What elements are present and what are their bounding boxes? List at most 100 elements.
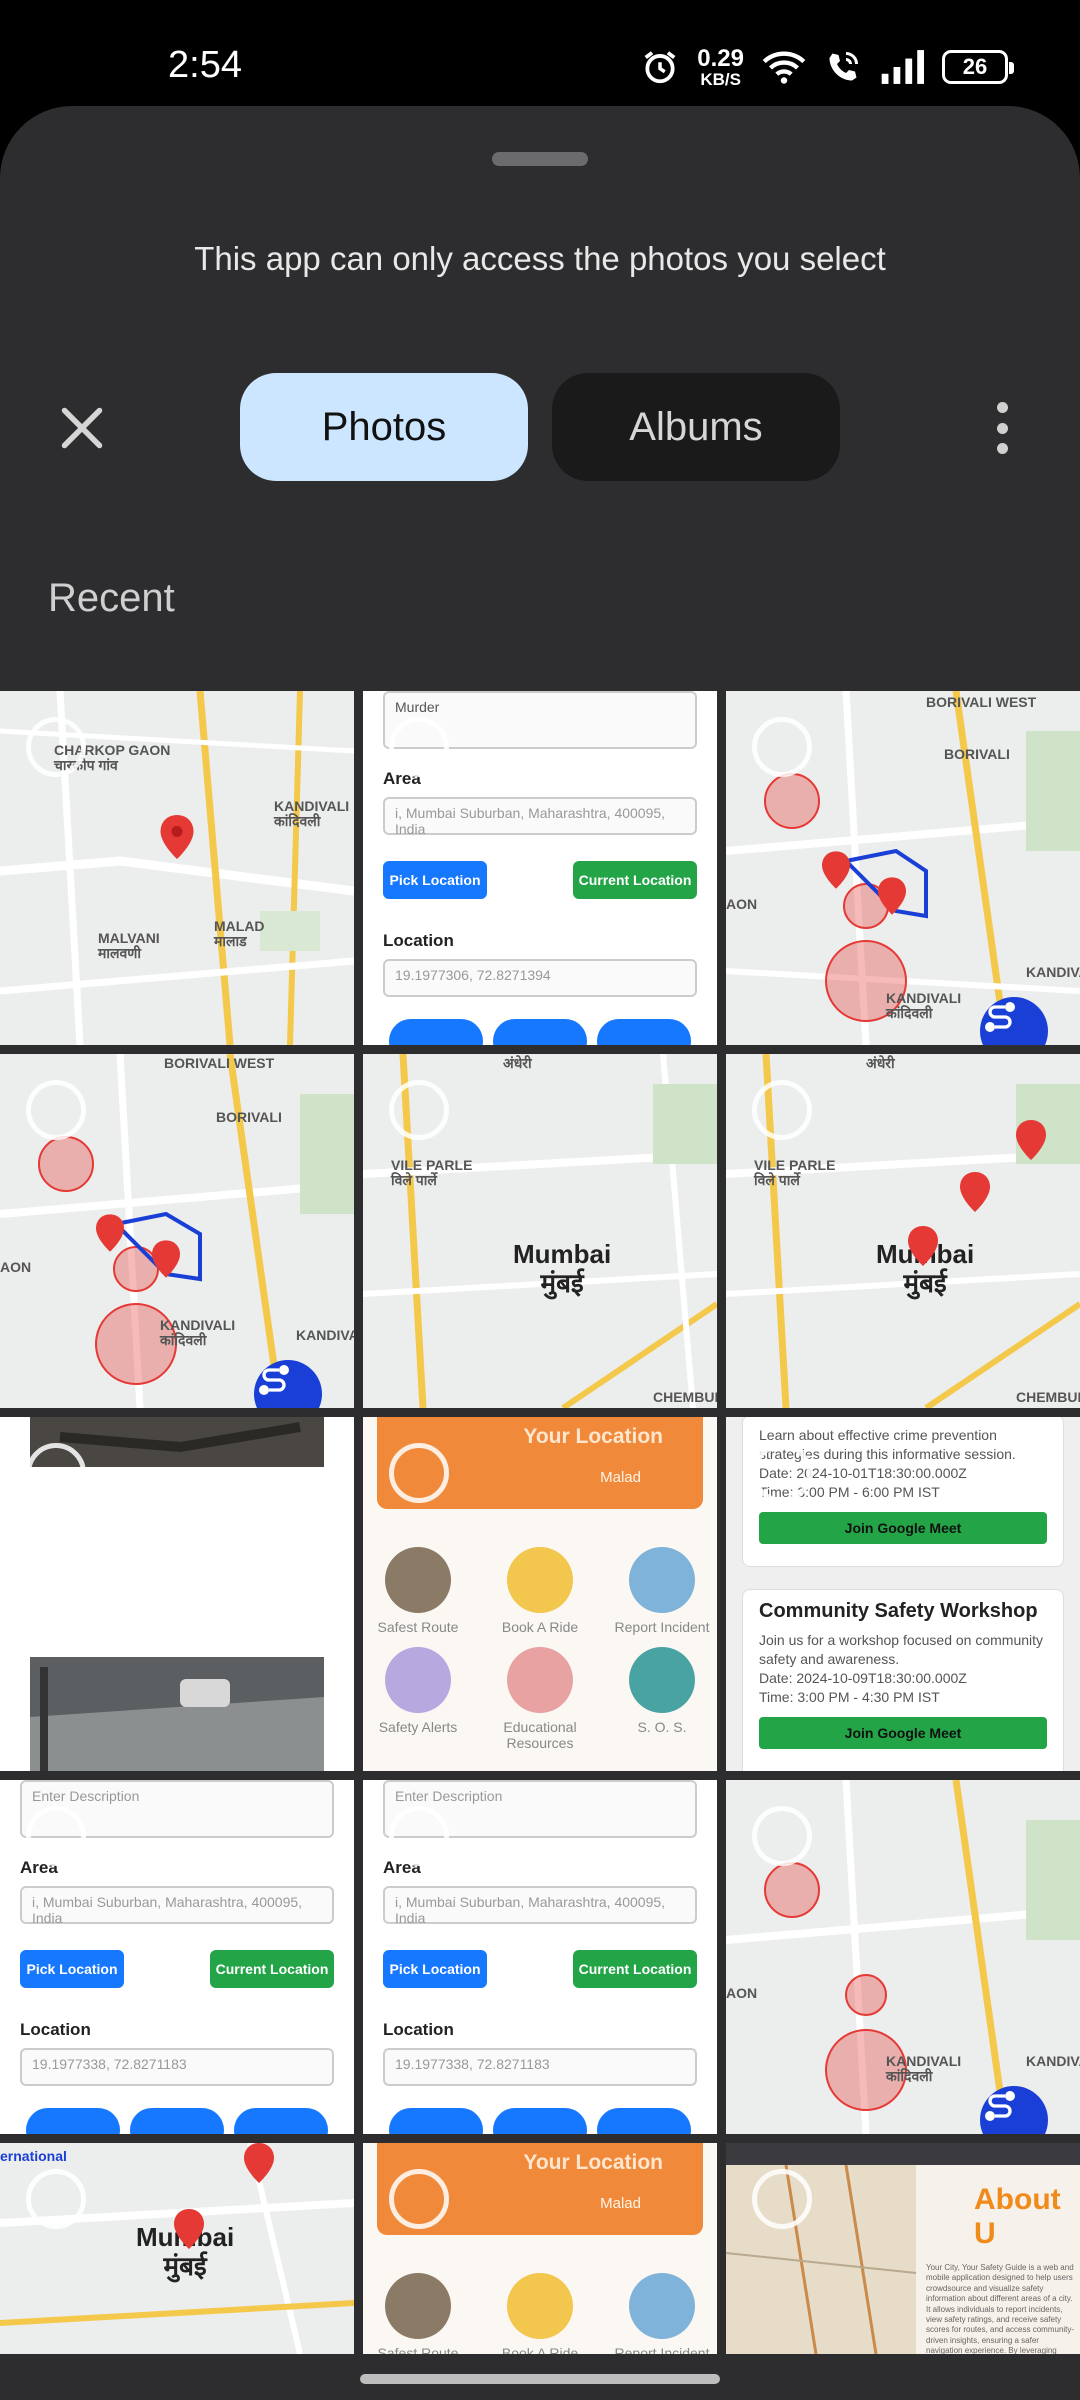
map-label: अंधेरी: [866, 1055, 895, 1071]
photo-thumbnail[interactable]: अंधेरी VILE PARLEविले पार्ले Mumbaiमुंबई…: [726, 1054, 1080, 1408]
photo-thumbnail[interactable]: BORIVALI WEST BORIVALI AON KANDIVALI कांद…: [0, 1054, 354, 1408]
photo-thumbnail[interactable]: अंधेरी VILE PARLEविले पार्ले Mumbaiमुंबई…: [363, 1054, 717, 1408]
map-label: VILE PARLE विले पार्ले: [754, 1157, 836, 1189]
photo-thumbnail[interactable]: CHARKOP GAON चारकोप गांव KANDIVALI कांदिवल…: [0, 691, 354, 1045]
photo-thumbnail[interactable]: Enter Description Area i, Mumbai Suburba…: [0, 1780, 354, 2134]
location-place: Malad: [600, 1469, 641, 1486]
map-label: VILE PARLE विले पार्ले: [391, 1157, 473, 1189]
tab-photos[interactable]: Photos: [240, 373, 528, 481]
map-label: MALVANI मालवणी: [98, 930, 160, 962]
alarm-icon: [644, 51, 676, 84]
speed-value: 0.29: [697, 44, 744, 72]
map-label: BORIVALI: [944, 746, 1010, 762]
tab-albums[interactable]: Albums: [552, 373, 840, 481]
photo-grid: CHARKOP GAON चारकोप गांव KANDIVALI कांदिवल…: [0, 691, 1080, 2354]
location-title: Your Location: [523, 2151, 663, 2174]
map-marker-icon: [244, 2143, 274, 2183]
wifi-icon: [762, 51, 806, 84]
select-checkbox[interactable]: [26, 1443, 86, 1503]
close-icon: [61, 407, 103, 449]
photo-thumbnail[interactable]: About U Your City, Your Safety Guide is …: [726, 2143, 1080, 2354]
feature-book-ride: Book A Ride: [485, 2273, 595, 2354]
photo-thumbnail[interactable]: Your Location Malad Safest Route Book A …: [363, 2143, 717, 2354]
select-checkbox[interactable]: [389, 1443, 449, 1503]
feature-safest-route: Safest Route: [363, 2273, 473, 2354]
feature-safest-route: Safest Route: [363, 1547, 473, 1635]
select-checkbox[interactable]: [26, 1806, 86, 1866]
map-label: ernational: [0, 2148, 67, 2164]
current-location-button: Current Location: [210, 1950, 334, 1988]
feature-report-incident: Report Incident: [607, 2273, 717, 2354]
education-icon: [507, 1647, 573, 1713]
map-label: BORIVALI: [216, 1109, 282, 1125]
feature-book-ride: Book A Ride: [485, 1547, 595, 1635]
select-checkbox[interactable]: [389, 1806, 449, 1866]
select-checkbox[interactable]: [752, 1080, 812, 1140]
map-marker-icon: [960, 1172, 990, 1212]
location-label: Location: [383, 931, 454, 950]
select-checkbox[interactable]: [389, 717, 449, 777]
location-field: 19.1977338, 72.8271183: [383, 2048, 697, 2086]
map-marker-icon: [822, 851, 850, 889]
join-meet-button: Join Google Meet: [759, 1511, 1047, 1544]
location-place: Malad: [600, 2195, 641, 2212]
about-text: Your City, Your Safety Guide is a web an…: [926, 2263, 1075, 2354]
select-checkbox[interactable]: [26, 2169, 86, 2229]
map-label: KANDIVA: [1026, 964, 1080, 980]
area-field: i, Mumbai Suburban, Maharashtra, 400095,…: [20, 1886, 334, 1926]
select-checkbox[interactable]: [389, 1080, 449, 1140]
feature-educational-resources: Educational Resources: [485, 1647, 595, 1751]
route-icon: [385, 1547, 451, 1613]
map-label: AON: [726, 1985, 758, 2001]
map-label: KANDIVALI कांदिवली: [886, 990, 962, 1022]
select-checkbox[interactable]: [26, 717, 86, 777]
route-icon: [385, 2273, 451, 2339]
close-button[interactable]: [52, 398, 112, 458]
map-label: BORIVALI WEST: [164, 1055, 275, 1071]
map-label: BORIVALI WEST: [926, 694, 1037, 710]
select-checkbox[interactable]: [389, 2169, 449, 2229]
photo-thumbnail[interactable]: Learn about effective crime prevention s…: [726, 1417, 1080, 1771]
report-icon: [629, 2273, 695, 2339]
join-meet-button: Join Google Meet: [759, 1716, 1047, 1749]
taxi-icon: [507, 1547, 573, 1613]
select-checkbox[interactable]: [752, 2169, 812, 2229]
drag-handle[interactable]: [492, 152, 588, 166]
map-marker-icon: [152, 1240, 180, 1278]
map-label: AON: [0, 1259, 32, 1275]
map-label: अंधेरी: [503, 1055, 532, 1071]
pick-location-button: Pick Location: [383, 861, 487, 899]
select-checkbox[interactable]: [752, 1806, 812, 1866]
map-label: KANDIVALI कांदिवली: [160, 1317, 236, 1349]
photo-thumbnail[interactable]: [0, 1417, 354, 1771]
map-marker-icon: [174, 2209, 204, 2249]
select-checkbox[interactable]: [752, 717, 812, 777]
photo-thumbnail[interactable]: AON KANDIVALIकांदिवली KANDIVA: [726, 1780, 1080, 2134]
select-checkbox[interactable]: [26, 1080, 86, 1140]
battery-indicator: 26: [942, 50, 1014, 84]
photo-thumbnail[interactable]: Murder Area i, Mumbai Suburban, Maharash…: [363, 691, 717, 1045]
taxi-icon: [507, 2273, 573, 2339]
photo-thumbnail[interactable]: Your Location Malad Safest Route Book A …: [363, 1417, 717, 1771]
area-field: i, Mumbai Suburban, Maharashtra, 400095,…: [383, 797, 697, 837]
location-field: 19.1977338, 72.8271183: [20, 2048, 334, 2086]
more-options-button[interactable]: [982, 396, 1022, 460]
report-icon: [629, 1547, 695, 1613]
status-bar: 2:54 0.29 KB/S 26: [0, 0, 1080, 106]
map-marker-icon: [908, 1226, 938, 1266]
photo-thumbnail[interactable]: BORIVALI WEST BORIVALI AON KANDIVALI कांद…: [726, 691, 1080, 1045]
select-checkbox[interactable]: [752, 1443, 812, 1503]
photo-thumbnail[interactable]: Enter Description Area i, Mumbai Suburba…: [363, 1780, 717, 2134]
about-title: About U: [974, 2183, 1061, 2250]
wifi-call-icon: [829, 52, 858, 81]
map-marker-icon: [160, 815, 194, 859]
gesture-nav-bar: [0, 2354, 1080, 2400]
photo-thumbnail[interactable]: ernational Mumbaiमुंबई: [0, 2143, 354, 2354]
location-label: Location: [20, 2020, 91, 2039]
more-vert-icon: [996, 402, 1008, 413]
home-gesture-handle[interactable]: [360, 2374, 720, 2384]
map-marker-icon: [96, 1214, 124, 1252]
pick-location-button: Pick Location: [20, 1950, 124, 1988]
feature-report-incident: Report Incident: [607, 1547, 717, 1635]
feature-safety-alerts: Safety Alerts: [363, 1647, 473, 1735]
